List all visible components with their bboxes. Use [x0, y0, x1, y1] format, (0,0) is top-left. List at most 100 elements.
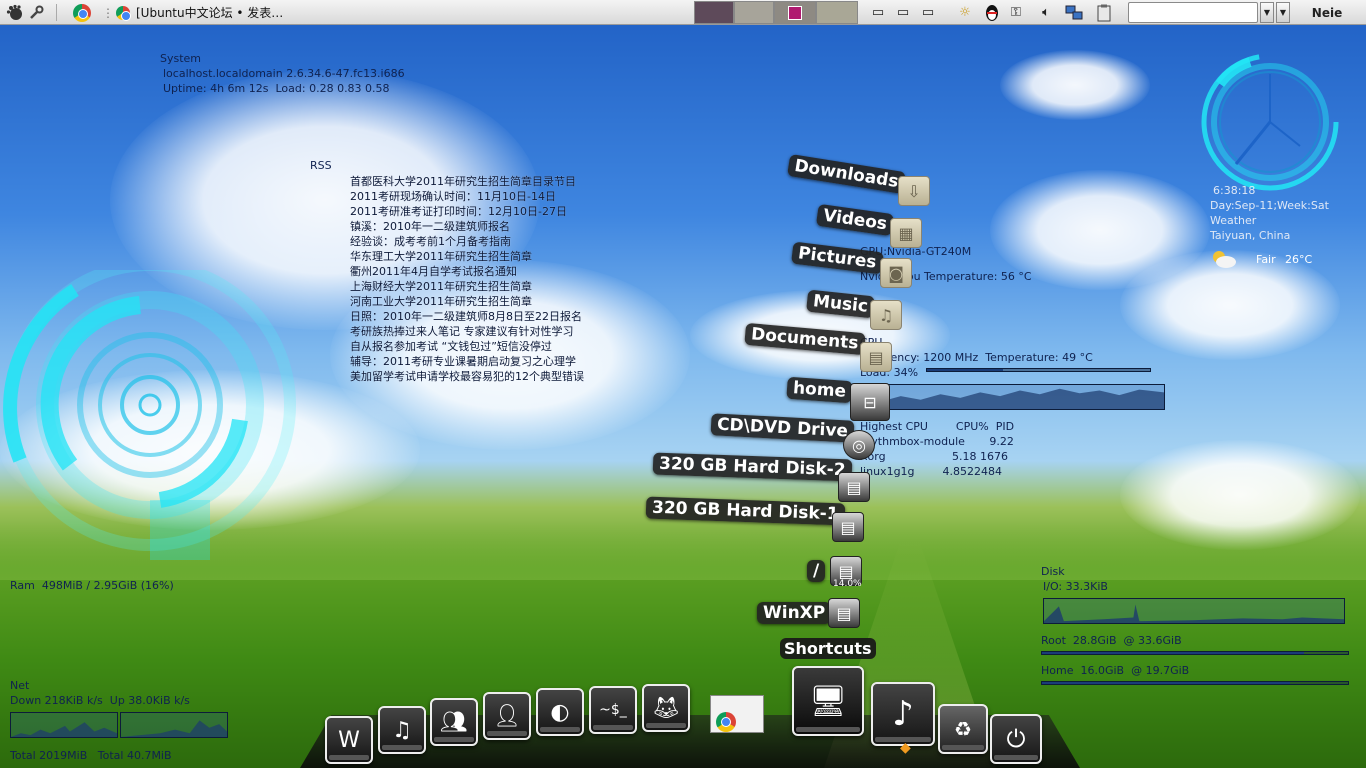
wallpaper-cloud — [1000, 50, 1150, 120]
disk-home-meter — [1041, 681, 1349, 685]
rss-item[interactable]: 首都医科大学2011年研究生招生简章目录节目 — [350, 174, 584, 189]
wrench-icon[interactable] — [26, 2, 46, 23]
libreoffice-writer-icon[interactable]: W — [325, 716, 373, 764]
rss-item[interactable]: 经验谈：成考考前1个月备考指南 — [350, 234, 584, 249]
monitor-icon[interactable]: 🖥︎ — [792, 666, 864, 736]
windows-drive-icon[interactable]: ▤ — [828, 598, 860, 628]
place-cdrom-label[interactable]: CD\DVD Drive — [710, 413, 855, 443]
disk-label: Disk — [1041, 565, 1065, 578]
panel-dropdown-button[interactable]: ▼ — [1276, 2, 1290, 23]
rss-item[interactable]: 日照：2010年一二级建筑师8月8日至22日报名 — [350, 309, 584, 324]
workspace-2[interactable] — [734, 1, 774, 24]
task-button-browser[interactable]: [Ubuntu中文论坛 • 发表… — [116, 2, 336, 23]
ring-meter-widget — [3, 270, 296, 560]
folder-video-icon[interactable]: ▦ — [890, 218, 922, 248]
place-downloads-label[interactable]: Downloads — [786, 153, 906, 195]
disk-io: I/O: 33.3KiB — [1043, 580, 1108, 593]
search-dropdown-button[interactable]: ▼ — [1260, 2, 1274, 23]
rss-item[interactable]: 上海财经大学2011年研究生招生简章 — [350, 279, 584, 294]
folder-music-icon[interactable]: ♫ — [870, 300, 902, 330]
folder-documents-icon[interactable]: ▤ — [860, 342, 892, 372]
rss-item[interactable]: 衢州2011年4月自学考试报名通知 — [350, 264, 584, 279]
taskbar-handle[interactable]: ⋮ — [102, 2, 114, 23]
search-input[interactable] — [1128, 2, 1258, 23]
disk-root-fill — [1042, 652, 1305, 654]
net-up-graph — [120, 712, 228, 738]
partly-cloudy-icon — [1210, 249, 1238, 272]
chrome-launcher-icon[interactable] — [70, 2, 94, 23]
rss-label: RSS — [310, 159, 332, 172]
window-thumbnail-icon — [788, 5, 802, 20]
chrome-icon — [116, 5, 131, 21]
shortcuts-label[interactable]: Shortcuts — [780, 638, 876, 659]
gnome-foot-icon[interactable] — [4, 2, 26, 23]
place-home-label[interactable]: home — [786, 376, 853, 404]
optical-drive-icon[interactable]: ◎ — [843, 430, 875, 460]
workspace-3[interactable] — [774, 1, 816, 24]
root-usage-badge: 14.0% — [833, 579, 862, 589]
gimp-icon[interactable]: 🦊︎ — [642, 684, 690, 732]
net-totals: Total 2019MiB Total 40.7MiB — [10, 749, 172, 762]
hard-disk-icon[interactable]: ▤ — [832, 512, 864, 542]
drive-mount-icon[interactable]: ▭ — [893, 2, 913, 23]
net-label: Net — [10, 679, 30, 692]
ram-usage: Ram 498MiB / 2.95GiB (16%) — [10, 579, 174, 592]
place-winxp-label[interactable]: WinXP — [757, 602, 832, 624]
qq-penguin-icon[interactable] — [982, 2, 1002, 23]
rss-item[interactable]: 辅导：2011考研专业课暑期启动复习之心理学 — [350, 354, 584, 369]
cpu-top-row: Xorg 5.18 1676 — [860, 450, 1008, 463]
rss-item[interactable]: 2011考研准考证打印时间：12月10日-27日 — [350, 204, 584, 219]
rss-item[interactable]: 自从报名参加考试 “文钱包过”短信没停过 — [350, 339, 584, 354]
place-root-label[interactable]: / — [807, 560, 826, 582]
rss-item[interactable]: 华东理工大学2011年研究生招生简章 — [350, 249, 584, 264]
drive-mount-icon[interactable]: ▭ — [918, 2, 938, 23]
network-icon[interactable] — [1064, 2, 1084, 23]
task-button-title: [Ubuntu中文论坛 • 发表… — [136, 6, 284, 20]
contacts-icon[interactable]: 👥︎ — [430, 698, 478, 746]
panel-clock[interactable]: Neie — [1290, 2, 1364, 23]
rss-item[interactable]: 美加留学考试申请学校最容易犯的12个典型错误 — [350, 369, 584, 384]
folder-pictures-icon[interactable]: ◙ — [880, 258, 912, 288]
cpu-top-header: Highest CPU CPU% PID — [860, 420, 1015, 433]
workspace-4[interactable] — [816, 1, 858, 24]
chrome-icon[interactable] — [710, 695, 764, 733]
empathy-icon[interactable]: 👤︎ — [483, 692, 531, 740]
rss-item[interactable]: 2011考研现场确认时间：11月10日-14日 — [350, 189, 584, 204]
terminal-icon[interactable]: ~$_ — [589, 686, 637, 734]
cpu-top-row: linux1g1g 4.8522484 — [860, 465, 1002, 478]
disk-home-fill — [1042, 682, 1291, 684]
firefox-icon[interactable]: ◐ — [536, 688, 584, 736]
disk-root-meter — [1041, 651, 1349, 655]
system-host: localhost.localdomain 2.6.34.6-47.fc13.i… — [163, 67, 405, 80]
weather-condition: Fair — [1256, 253, 1276, 266]
weather-label: Weather — [1210, 214, 1257, 227]
disk-io-graph — [1043, 598, 1345, 624]
folder-download-icon[interactable]: ⇩ — [898, 176, 930, 206]
cpu-frequency: Frequency: 1200 MHz Temperature: 49 °C — [860, 351, 1093, 364]
disk-home: Home 16.0GiB @ 19.7GiB — [1041, 664, 1190, 677]
key-icon[interactable]: ⚿ — [1006, 2, 1026, 23]
place-videos-label[interactable]: Videos — [815, 203, 895, 237]
trash-icon[interactable]: ♻ — [938, 704, 988, 754]
music-player-icon[interactable]: ♫ — [378, 706, 426, 754]
power-icon[interactable]: ⏻ — [990, 714, 1042, 764]
volume-icon[interactable]: 🔈︎ — [1036, 2, 1056, 23]
rss-list: 首都医科大学2011年研究生招生简章目录节目 2011考研现场确认时间：11月10… — [350, 174, 584, 384]
cpu-top-row: rhythmbox-module 9.22 — [860, 435, 1014, 448]
panel-separator — [56, 4, 57, 21]
rss-item[interactable]: 河南工业大学2011年研究生招生简章 — [350, 294, 584, 309]
rss-item[interactable]: 考研族热捧过来人笔记 专家建议有针对性学习 — [350, 324, 584, 339]
workspace-1[interactable] — [694, 1, 734, 24]
goldfish-icon: ◆ — [900, 740, 911, 756]
system-uptime: Uptime: 4h 6m 12s Load: 0.28 0.83 0.58 — [163, 82, 390, 95]
weather-tray-icon[interactable]: ☼ — [955, 2, 975, 23]
music-note-icon[interactable]: ♪ — [871, 682, 935, 746]
home-drive-icon[interactable]: ⊟ — [850, 383, 890, 421]
drive-mount-icon[interactable]: ▭ — [868, 2, 888, 23]
rss-item[interactable]: 镇溪：2010年一二级建筑师报名 — [350, 219, 584, 234]
clipboard-icon[interactable] — [1094, 2, 1114, 23]
hard-disk-icon[interactable]: ▤ — [838, 472, 870, 502]
cpu-graph — [860, 384, 1165, 410]
net-down-graph — [10, 712, 118, 738]
place-disk2-label[interactable]: 320 GB Hard Disk-2 — [652, 452, 852, 482]
